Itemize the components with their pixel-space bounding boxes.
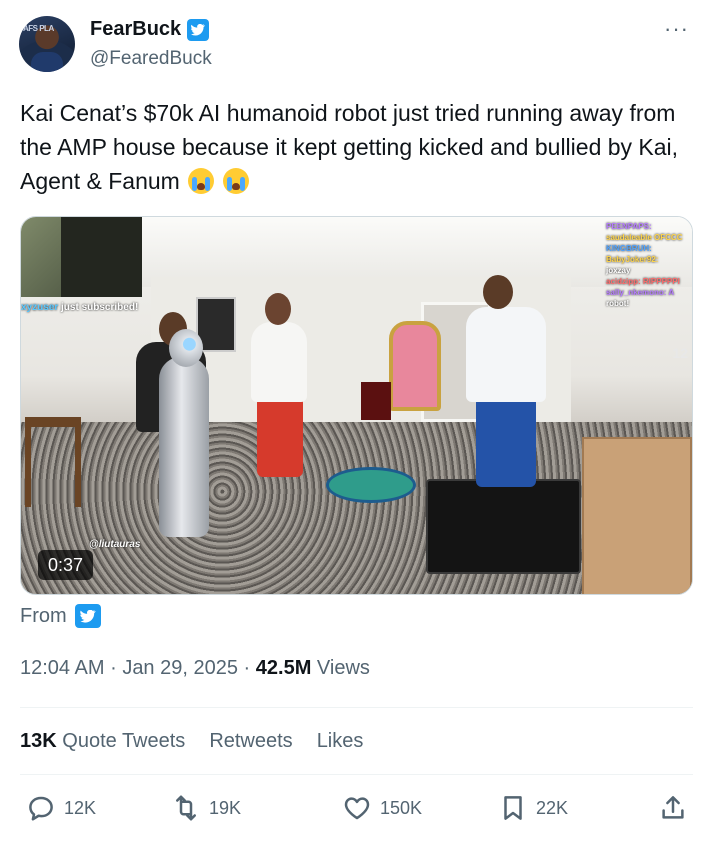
reply-icon xyxy=(29,796,53,821)
video-player[interactable]: xyzuser just subscribed! PEENPAPS: sauda… xyxy=(20,216,693,595)
author-handle[interactable]: @FearedBuck xyxy=(90,48,212,70)
views-label: Views xyxy=(316,657,370,679)
tweet-time[interactable]: 12:04 AM xyxy=(20,657,105,679)
avatar-jersey xyxy=(31,52,63,72)
retweet-button[interactable]: 19K xyxy=(171,790,241,826)
avatar[interactable]: AFS PLA xyxy=(19,16,75,72)
streamer-watermark: @liutauras xyxy=(89,539,141,550)
meta-separator: · xyxy=(110,657,117,679)
meta-separator: · xyxy=(243,657,251,679)
reply-button[interactable]: 12K xyxy=(26,790,96,826)
subscriber-alert: xyzuser just subscribed! xyxy=(21,302,139,313)
reply-count: 12K xyxy=(64,797,97,818)
tweet-text: Kai Cenat’s $70k AI humanoid robot just … xyxy=(20,96,690,198)
share-button[interactable] xyxy=(658,790,688,826)
video-frame: xyzuser just subscribed! PEENPAPS: sauda… xyxy=(21,217,692,594)
author-display-name[interactable]: FearBuck xyxy=(90,18,181,41)
engagement-stats-row: 13K Quote Tweets Retweets Likes xyxy=(20,730,363,753)
like-count: 150K xyxy=(380,797,423,818)
like-button[interactable]: 150K xyxy=(342,790,422,826)
source-row: From xyxy=(20,604,101,628)
heart-icon xyxy=(344,797,370,820)
overlay-number: 12 xyxy=(672,345,688,361)
tweet-body: Kai Cenat’s $70k AI humanoid robot just … xyxy=(20,100,679,194)
loudly-crying-face-icon xyxy=(188,168,215,194)
quote-count: 13K xyxy=(20,730,57,752)
author-name-row: FearBuck xyxy=(90,18,210,41)
more-options-icon[interactable]: ··· xyxy=(664,18,689,40)
tweet-actions-bar: 12K 19K 150K 22K xyxy=(20,790,693,826)
share-icon xyxy=(662,796,684,819)
bookmark-count: 22K xyxy=(536,797,569,818)
views-count: 42.5M xyxy=(255,657,312,679)
quote-tweets-link[interactable]: 13K Quote Tweets xyxy=(20,730,185,753)
likes-link[interactable]: Likes xyxy=(317,730,364,753)
bookmark-button[interactable]: 22K xyxy=(498,790,568,826)
quote-label: Quote Tweets xyxy=(62,730,186,752)
stream-chat-overlay: PEENPAPS: saudaleable OFCCC KINGBRUH: Ba… xyxy=(606,222,683,308)
bookmark-icon xyxy=(504,796,522,820)
avatar-jersey-text: AFS PLA xyxy=(23,24,54,33)
twitter-app-icon[interactable] xyxy=(74,604,101,628)
divider xyxy=(20,707,693,708)
facecam-overlay xyxy=(21,217,142,297)
timestamp-views-row: 12:04 AM · Jan 29, 2025 · 42.5M Views xyxy=(20,657,370,680)
divider xyxy=(20,774,693,775)
verified-badge-icon xyxy=(187,18,210,41)
source-label: From xyxy=(20,604,67,627)
loudly-crying-face-icon xyxy=(222,168,249,194)
tweet-date[interactable]: Jan 29, 2025 xyxy=(122,657,238,679)
retweet-icon xyxy=(176,795,196,821)
retweet-count: 19K xyxy=(209,797,242,818)
video-duration-badge: 0:37 xyxy=(38,550,94,580)
retweets-link[interactable]: Retweets xyxy=(209,730,292,753)
